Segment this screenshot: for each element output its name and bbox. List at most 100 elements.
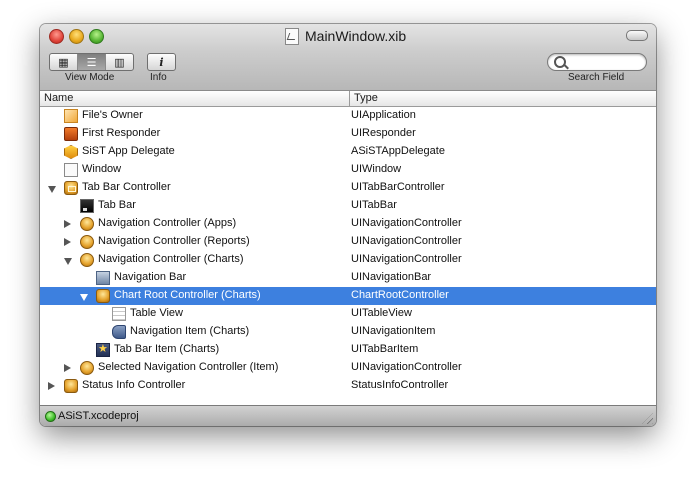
object-type: StatusInfoController [351, 379, 449, 391]
object-name: Navigation Controller (Reports) [98, 235, 250, 247]
object-name: First Responder [82, 127, 161, 139]
search-field-label: Search Field [568, 72, 625, 83]
outline-row[interactable]: Table View UITableView [40, 305, 656, 323]
resize-grip[interactable] [642, 413, 653, 424]
object-name: Window [82, 163, 122, 175]
xib-document-icon[interactable] [285, 27, 299, 45]
navigation-controller-icon [80, 235, 94, 249]
title-bar[interactable]: MainWindow.xib ▦ ☰ ▥ View Mode i Info Se… [40, 24, 656, 91]
icon-view-button[interactable]: ▦ [50, 54, 78, 70]
object-name: Tab Bar [98, 199, 136, 211]
list-view-button[interactable]: ☰ [78, 54, 106, 70]
tab-bar-controller-icon [64, 181, 78, 195]
object-name: Tab Bar Controller [82, 181, 171, 193]
object-type: UITabBarController [351, 181, 445, 193]
object-type: UINavigationController [351, 361, 462, 373]
close-window-button[interactable] [49, 29, 64, 44]
outline-row[interactable]: Navigation Bar UINavigationBar [40, 269, 656, 287]
object-type: UIResponder [351, 127, 416, 139]
cube-icon [64, 109, 78, 123]
outline-row[interactable]: SiST App Delegate ASiSTAppDelegate [40, 143, 656, 161]
window-icon [64, 163, 78, 177]
outline-row[interactable]: Navigation Controller (Reports) UINavigat… [40, 233, 656, 251]
zoom-window-button[interactable] [89, 29, 104, 44]
outline-row[interactable]: Navigation Item (Charts) UINavigationItem [40, 323, 656, 341]
view-controller-icon [96, 289, 110, 303]
navigation-controller-icon [80, 217, 94, 231]
search-icon [554, 56, 566, 68]
object-name: File's Owner [82, 109, 143, 121]
table-view-icon [112, 307, 126, 321]
outline-row[interactable]: Window UIWindow [40, 161, 656, 179]
outline-row[interactable]: Navigation Controller (Charts) UINavigati… [40, 251, 656, 269]
column-view-icon: ▥ [114, 56, 125, 69]
info-icon: i [159, 55, 164, 69]
navigation-bar-icon [96, 271, 110, 285]
info-button[interactable]: i [147, 53, 176, 71]
column-divider[interactable] [349, 91, 350, 106]
disclosure-triangle-closed-icon[interactable] [64, 364, 71, 372]
disclosure-triangle-open-icon[interactable] [80, 294, 88, 301]
tab-bar-item-icon [96, 342, 110, 357]
outline-row[interactable]: File's Owner UIApplication [40, 107, 656, 125]
view-mode-label: View Mode [65, 72, 115, 83]
view-controller-icon [64, 379, 78, 393]
outline-row[interactable]: Chart Root Controller (Charts) ChartRootC… [40, 287, 656, 305]
object-name: Table View [130, 307, 183, 319]
object-type: UINavigationController [351, 253, 462, 265]
column-view-button[interactable]: ▥ [106, 54, 133, 70]
list-view-icon: ☰ [86, 56, 97, 69]
outline-header: Name Type [40, 91, 656, 107]
disclosure-triangle-open-icon[interactable] [64, 258, 72, 265]
outline-row[interactable]: Status Info Controller StatusInfoControll… [40, 377, 656, 395]
object-name: Chart Root Controller (Charts) [114, 289, 261, 301]
project-status-indicator [45, 411, 56, 422]
status-bar: ASiST.xcodeproj [40, 405, 656, 426]
disclosure-triangle-closed-icon[interactable] [64, 238, 71, 246]
object-type: ChartRootController [351, 289, 449, 301]
xib-window: MainWindow.xib ▦ ☰ ▥ View Mode i Info Se… [40, 24, 656, 426]
object-name: Navigation Item (Charts) [130, 325, 250, 337]
window-title: MainWindow.xib [305, 28, 407, 44]
object-name: SiST App Delegate [82, 145, 175, 157]
tab-bar-icon [80, 199, 94, 213]
object-name: Navigation Bar [114, 271, 187, 283]
outline-row[interactable]: First Responder UIResponder [40, 125, 656, 143]
object-type: UIWindow [351, 163, 402, 175]
object-type: UITabBarItem [351, 343, 419, 355]
column-header-name[interactable]: Name [44, 92, 73, 104]
view-mode-segmented-control[interactable]: ▦ ☰ ▥ [49, 53, 134, 71]
outline-row[interactable]: Tab Bar Controller UITabBarController [40, 179, 656, 197]
object-type: UITabBar [351, 199, 397, 211]
object-type: UITableView [351, 307, 412, 319]
navigation-item-icon [112, 325, 126, 339]
toolbar-toggle-button[interactable] [626, 30, 648, 41]
outline-row[interactable]: Tab Bar UITabBar [40, 197, 656, 215]
navigation-controller-icon [80, 361, 94, 375]
column-header-type[interactable]: Type [354, 92, 378, 104]
object-icon [64, 145, 78, 159]
object-type: UINavigationBar [351, 271, 432, 283]
window-title-group: MainWindow.xib [285, 27, 406, 45]
outline-row[interactable]: Tab Bar Item (Charts) UITabBarItem [40, 341, 656, 359]
disclosure-triangle-closed-icon[interactable] [48, 382, 55, 390]
disclosure-triangle-closed-icon[interactable] [64, 220, 71, 228]
object-name: Navigation Controller (Charts) [98, 253, 244, 265]
first-responder-icon [64, 127, 78, 141]
object-type: ASiSTAppDelegate [351, 145, 445, 157]
disclosure-triangle-open-icon[interactable] [48, 186, 56, 193]
icon-view-icon: ▦ [58, 56, 69, 69]
object-type: UINavigationController [351, 217, 462, 229]
outline-rows: File's Owner UIApplication First Responder… [40, 107, 656, 395]
object-name: Tab Bar Item (Charts) [114, 343, 220, 355]
object-type: UIApplication [351, 109, 416, 121]
object-name: Selected Navigation Controller (Item) [98, 361, 279, 373]
minimize-window-button[interactable] [69, 29, 84, 44]
object-name: Status Info Controller [82, 379, 186, 391]
info-label: Info [150, 72, 167, 83]
outline-row[interactable]: Navigation Controller (Apps) UINavigation… [40, 215, 656, 233]
navigation-controller-icon [80, 253, 94, 267]
outline-row[interactable]: Selected Navigation Controller (Item) UIN… [40, 359, 656, 377]
project-name: ASiST.xcodeproj [58, 410, 139, 422]
search-input[interactable] [547, 53, 647, 71]
